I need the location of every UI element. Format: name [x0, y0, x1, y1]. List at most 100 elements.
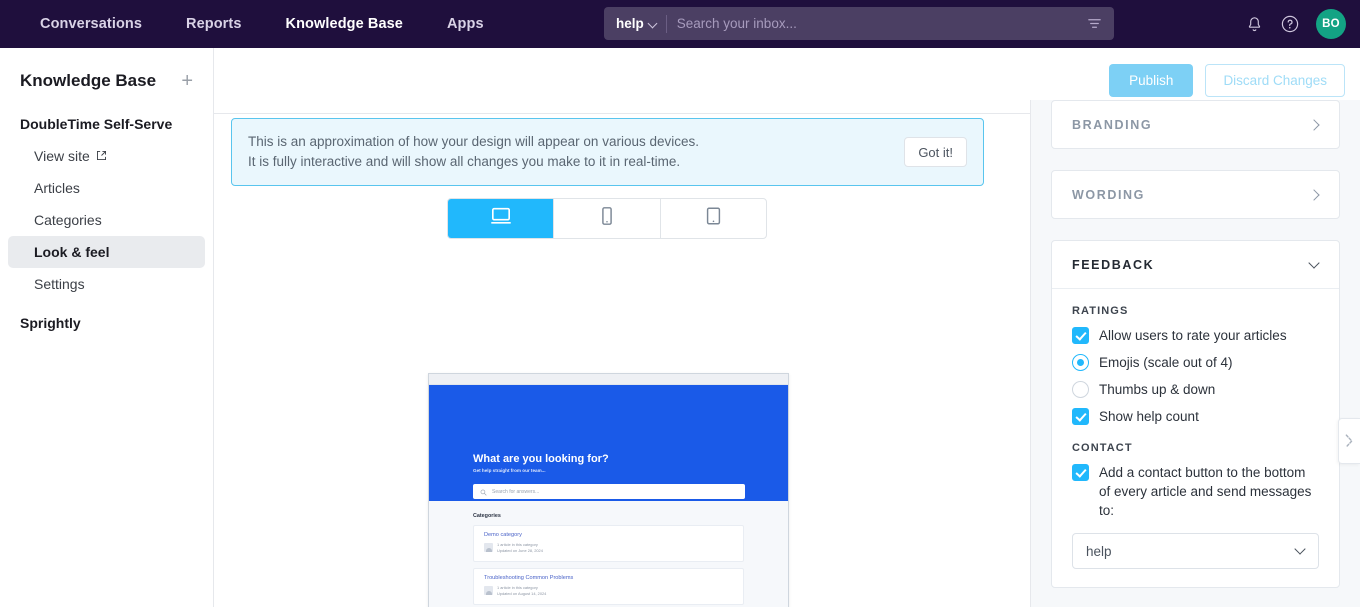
sidebar-item-view-site[interactable]: View site [8, 140, 205, 172]
sidebar-site-sprightly[interactable]: Sprightly [0, 300, 213, 331]
option-add-contact-button[interactable]: Add a contact button to the bottom of ev… [1072, 463, 1319, 520]
info-banner: This is an approximation of how your des… [231, 118, 984, 186]
help-circle-icon[interactable] [1280, 14, 1300, 34]
sidebar-item-settings[interactable]: Settings [8, 268, 205, 300]
feedback-settings-body: RATINGS Allow users to rate your article… [1052, 288, 1339, 587]
add-knowledge-base-icon[interactable]: + [181, 71, 193, 91]
tablet-icon [705, 206, 722, 231]
panel-section-branding-header[interactable]: BRANDING [1052, 101, 1339, 148]
option-emojis-scale[interactable]: Emojis (scale out of 4) [1072, 353, 1319, 372]
preview-category-meta: 1 article in this category Updated on Au… [484, 585, 733, 596]
tab-mobile-preview[interactable] [554, 199, 661, 238]
chevron-right-icon [1309, 190, 1319, 200]
search-scope-dropdown[interactable]: help [604, 16, 666, 31]
contact-destination-select[interactable]: help [1072, 533, 1319, 569]
preview-updated-date: Updated on August 14, 2024 [497, 591, 547, 596]
option-label: Allow users to rate your articles [1099, 328, 1287, 343]
primary-nav-links: Conversations Reports Knowledge Base App… [18, 16, 506, 32]
preview-category-title[interactable]: Troubleshooting Common Problems [484, 575, 733, 581]
panel-section-feedback: FEEDBACK RATINGS Allow users to rate you… [1051, 240, 1340, 588]
sidebar-item-label: Look & feel [34, 244, 110, 260]
avatar [484, 543, 493, 552]
mobile-icon [600, 206, 614, 231]
discard-changes-button[interactable]: Discard Changes [1205, 64, 1345, 97]
collapse-arrows-icon [1345, 434, 1353, 448]
preview-subheading: Get help straight from our team... [473, 468, 546, 473]
ratings-label: RATINGS [1072, 305, 1129, 317]
chevron-down-icon [1295, 546, 1305, 556]
tab-tablet-preview[interactable] [661, 199, 766, 238]
preview-category-title[interactable]: Demo category [484, 532, 733, 538]
preview-body: Categories Demo category 1 article in th… [429, 501, 788, 607]
option-label: Show help count [1099, 409, 1199, 424]
sidebar-item-categories[interactable]: Categories [8, 204, 205, 236]
panel-section-wording: WORDING [1051, 170, 1340, 219]
filter-icon[interactable] [1087, 16, 1114, 31]
sidebar-item-articles[interactable]: Articles [8, 172, 205, 204]
preview-search-box[interactable]: Search for answers... [473, 484, 745, 499]
option-label: Thumbs up & down [1099, 382, 1216, 397]
nav-link-conversations[interactable]: Conversations [18, 16, 164, 32]
option-show-help-count[interactable]: Show help count [1072, 407, 1319, 426]
panel-section-feedback-header[interactable]: FEEDBACK [1052, 241, 1339, 288]
preview-category-card[interactable]: Troubleshooting Common Problems 1 articl… [473, 568, 744, 605]
sidebar-item-label: Categories [34, 212, 102, 228]
desktop-icon [490, 206, 512, 231]
radio-thumbs-up-down[interactable] [1072, 381, 1089, 398]
nav-link-knowledge-base[interactable]: Knowledge Base [264, 16, 425, 32]
sidebar-item-look-and-feel[interactable]: Look & feel [8, 236, 205, 268]
user-avatar[interactable]: BO [1316, 9, 1346, 39]
sidebar-nav-items: View site Articles Categories Look & fee… [0, 140, 213, 300]
preview-heading: What are you looking for? [473, 453, 609, 465]
nav-link-reports[interactable]: Reports [164, 16, 264, 32]
preview-categories-label: Categories [473, 513, 501, 519]
device-preview-tabs [447, 198, 767, 239]
sidebar-item-label: View site [34, 148, 90, 164]
global-search-bar: help [604, 7, 1114, 40]
sidebar-site-doubletime[interactable]: DoubleTime Self-Serve [0, 96, 213, 132]
checkbox-allow-ratings[interactable] [1072, 327, 1089, 344]
preview-hero: What are you looking for? Get help strai… [429, 385, 788, 501]
top-navigation-bar: Conversations Reports Knowledge Base App… [0, 0, 1360, 48]
chevron-down-icon [649, 20, 657, 28]
search-scope-label: help [616, 16, 644, 31]
got-it-button[interactable]: Got it! [904, 137, 967, 167]
preview-category-card[interactable]: Demo category 1 article in this category… [473, 525, 744, 562]
panel-collapse-handle[interactable] [1338, 418, 1360, 464]
info-banner-line1: This is an approximation of how your des… [248, 134, 699, 149]
option-allow-ratings[interactable]: Allow users to rate your articles [1072, 326, 1319, 345]
sidebar-title: Knowledge Base [20, 71, 157, 90]
preview-browser-chrome [429, 374, 788, 385]
tab-desktop-preview[interactable] [448, 199, 555, 238]
checkbox-add-contact-button[interactable] [1072, 464, 1089, 481]
sidebar-header: Knowledge Base + [0, 66, 213, 96]
preview-article-count: 1 article in this category [497, 542, 538, 547]
avatar [484, 586, 493, 595]
checkbox-show-help-count[interactable] [1072, 408, 1089, 425]
info-banner-line2: It is fully interactive and will show al… [248, 154, 681, 169]
option-thumbs-up-down[interactable]: Thumbs up & down [1072, 380, 1319, 399]
option-label: Emojis (scale out of 4) [1099, 355, 1233, 370]
panel-section-title: BRANDING [1072, 117, 1153, 132]
panel-section-branding: BRANDING [1051, 100, 1340, 149]
publish-button[interactable]: Publish [1109, 64, 1194, 97]
search-icon [480, 483, 487, 501]
panel-section-title: WORDING [1072, 187, 1145, 202]
search-input[interactable] [666, 16, 1087, 31]
preview-article-count: 1 article in this category [497, 585, 538, 590]
panel-section-wording-header[interactable]: WORDING [1052, 171, 1339, 218]
option-label: Add a contact button to the bottom of ev… [1099, 465, 1312, 518]
preview-meta-lines: 1 article in this category Updated on Au… [497, 585, 546, 596]
chevron-right-icon [1309, 120, 1319, 130]
sidebar-item-label: Settings [34, 276, 85, 292]
radio-emojis-scale[interactable] [1072, 354, 1089, 371]
preview-search-placeholder: Search for answers... [492, 488, 540, 495]
chevron-down-icon [1309, 260, 1319, 270]
external-link-icon [96, 148, 107, 164]
preview-category-meta: 1 article in this category Updated on Ju… [484, 542, 733, 553]
preview-meta-lines: 1 article in this category Updated on Ju… [497, 542, 543, 553]
notifications-bell-icon[interactable] [1245, 15, 1264, 34]
sidebar-item-label: Articles [34, 180, 80, 196]
nav-link-apps[interactable]: Apps [425, 16, 506, 32]
settings-panel: BRANDING WORDING FEEDBACK RATINGS Allow … [1030, 100, 1360, 607]
